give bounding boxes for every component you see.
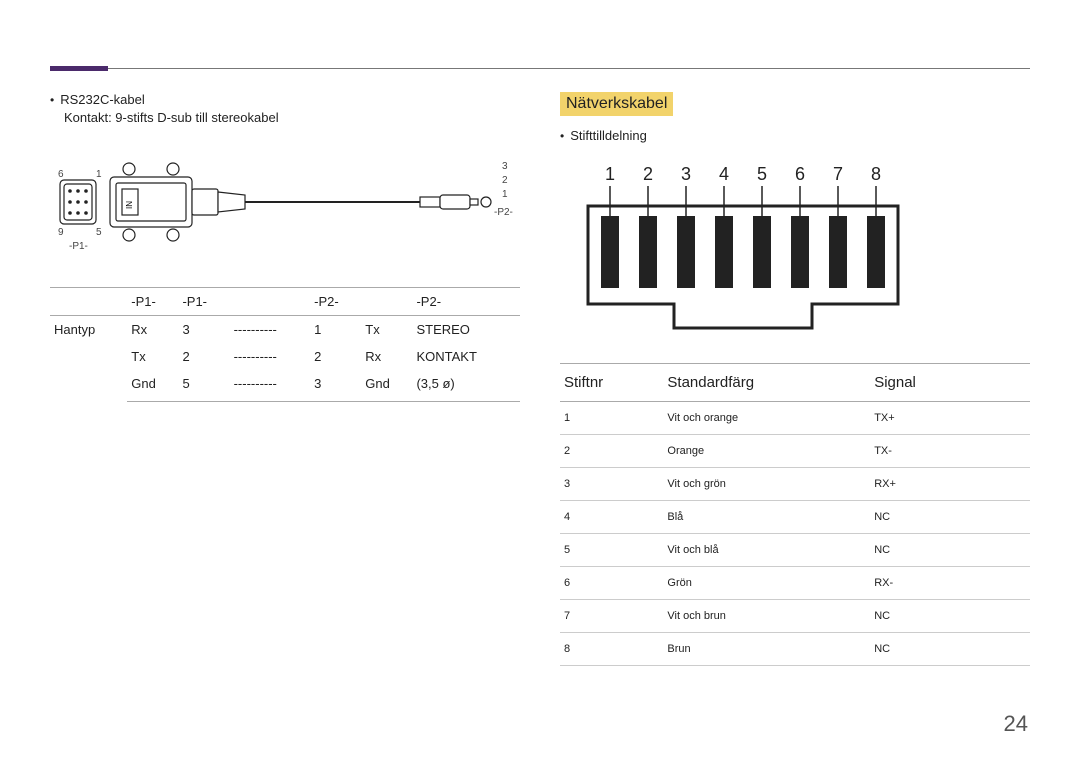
pin5-label: 5 bbox=[96, 227, 102, 238]
table-row: 7Vit och brunNC bbox=[560, 600, 1030, 633]
pin1-label: 1 bbox=[96, 169, 102, 180]
cable-name: RS232C-kabel bbox=[60, 92, 145, 108]
pin-assignment-line: • Stifttilldelning bbox=[560, 128, 1030, 144]
th-blank3 bbox=[361, 288, 412, 316]
cable-diagram: IN 6 1 9 5 -P1- bbox=[50, 147, 520, 277]
pin9-label: 9 bbox=[58, 227, 64, 238]
th-blank2 bbox=[230, 288, 311, 316]
svg-text:2: 2 bbox=[643, 164, 653, 184]
svg-text:4: 4 bbox=[719, 164, 729, 184]
svg-text:IN: IN bbox=[125, 201, 134, 209]
table-row: 6GrönRX- bbox=[560, 567, 1030, 600]
p1-diagram-label: -P1- bbox=[69, 241, 88, 252]
p2-diagram-label: -P2- bbox=[494, 207, 513, 218]
top-divider bbox=[50, 68, 1030, 69]
table-row: 1Vit och orangeTX+ bbox=[560, 402, 1030, 435]
svg-text:5: 5 bbox=[757, 164, 767, 184]
bullet-dot: • bbox=[50, 92, 54, 108]
p2-pin1-label: 1 bbox=[502, 189, 508, 200]
table-row: 4BlåNC bbox=[560, 501, 1030, 534]
table-row: 8BrunNC bbox=[560, 633, 1030, 666]
th-p2b: -P2- bbox=[412, 288, 520, 316]
left-column: • RS232C-kabel Kontakt: 9-stifts D-sub t… bbox=[50, 92, 520, 666]
svg-text:8: 8 bbox=[871, 164, 881, 184]
table-row: 2OrangeTX- bbox=[560, 435, 1030, 468]
th-p1a: -P1- bbox=[127, 288, 178, 316]
svg-text:1: 1 bbox=[605, 164, 615, 184]
th-pinno: Stiftnr bbox=[560, 364, 663, 402]
p2-pin3-label: 3 bbox=[502, 161, 508, 172]
th-signal: Signal bbox=[870, 364, 1030, 402]
cable-name-line: • RS232C-kabel bbox=[50, 92, 520, 108]
rj45-svg: 1 2 3 4 5 6 7 8 bbox=[582, 164, 922, 334]
pin6-label: 6 bbox=[58, 169, 64, 180]
svg-text:7: 7 bbox=[833, 164, 843, 184]
connector-desc: Kontakt: 9-stifts D-sub till stereokabel bbox=[64, 110, 520, 125]
pin-assignment-text: Stifttilldelning bbox=[570, 128, 647, 144]
section-title: Nätverkskabel bbox=[560, 92, 673, 116]
svg-text:6: 6 bbox=[795, 164, 805, 184]
table-row: Hantyp Rx 3 ---------- 1 Tx STEREO bbox=[50, 316, 520, 344]
th-p1b: -P1- bbox=[178, 288, 229, 316]
cable-svg: IN bbox=[50, 147, 520, 277]
right-column: Nätverkskabel • Stifttilldelning 1 2 3 4… bbox=[560, 92, 1030, 666]
svg-text:3: 3 bbox=[681, 164, 691, 184]
accent-bar bbox=[50, 66, 108, 71]
rs232-pin-table: -P1- -P1- -P2- -P2- Hantyp Rx 3 --------… bbox=[50, 287, 520, 402]
bullet-dot: • bbox=[560, 128, 564, 144]
lan-pin-table: Stiftnr Standardfärg Signal 1Vit och ora… bbox=[560, 363, 1030, 666]
table-row: 5Vit och blåNC bbox=[560, 534, 1030, 567]
table-row: 3Vit och grönRX+ bbox=[560, 468, 1030, 501]
th-p2a: -P2- bbox=[310, 288, 361, 316]
rj45-diagram: 1 2 3 4 5 6 7 8 bbox=[560, 150, 1030, 363]
th-blank bbox=[50, 288, 127, 316]
page-number: 24 bbox=[1004, 711, 1028, 737]
rowlabel: Hantyp bbox=[50, 316, 127, 402]
th-color: Standardfärg bbox=[663, 364, 870, 402]
p2-pin2-label: 2 bbox=[502, 175, 508, 186]
